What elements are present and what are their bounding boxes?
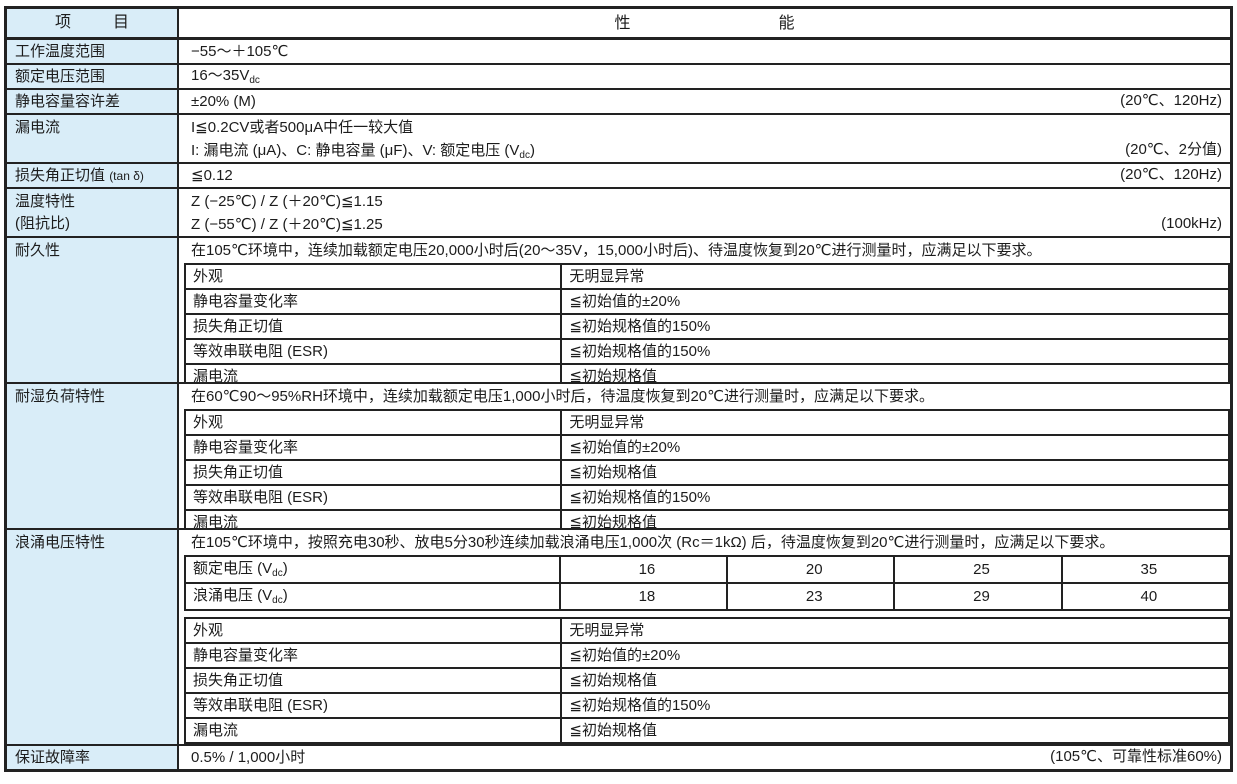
surge-voltage-table: 额定电压 (Vdc) 16 20 25 35 浪涌电压 (Vdc) 18 23 … xyxy=(184,555,1230,611)
table-row: 漏电流≦初始规格值 xyxy=(185,718,1229,743)
table-row: 漏电流≦初始规格值 xyxy=(185,510,1229,530)
row-leakage-current-label: 漏电流 xyxy=(7,115,179,164)
vdc-subscript: dc xyxy=(272,568,283,579)
row-tan-delta-label: 损失角正切值 (tan δ) xyxy=(7,164,179,189)
table-row: 外观无明显异常 xyxy=(185,410,1229,435)
spec-table: 项目 性能 工作温度范围 −55～＋105℃ 额定电压范围 16～35Vdc 静… xyxy=(4,6,1233,772)
table-row: 等效串联电阻 (ESR)≦初始规格值的150% xyxy=(185,339,1229,364)
surge-criteria-table: 外观无明显异常 静电容量变化率≦初始值的±20% 损失角正切值≦初始规格值 等效… xyxy=(184,617,1230,744)
endurance-criteria-table: 外观无明显异常 静电容量变化率≦初始值的±20% 损失角正切值≦初始规格值的15… xyxy=(184,263,1230,384)
table-row: 等效串联电阻 (ESR)≦初始规格值的150% xyxy=(185,485,1229,510)
spacer xyxy=(179,611,1230,616)
table-row: 等效串联电阻 (ESR)≦初始规格值的150% xyxy=(185,693,1229,718)
row-failure-rate-value: 0.5% / 1,000小时 (105℃、可靠性标准60%) xyxy=(179,746,1230,769)
table-row: 损失角正切值≦初始规格值的150% xyxy=(185,314,1229,339)
table-row: 外观无明显异常 xyxy=(185,618,1229,643)
row-rated-voltage-value: 16～35Vdc xyxy=(179,65,1230,90)
header-item-label: 项目 xyxy=(13,12,171,34)
endurance-description: 在105℃环境中，连续加载额定电压20,000小时后(20～35V，15,000… xyxy=(179,239,1230,262)
row-temp-characteristics-label: 温度特性 (阻抗比) xyxy=(7,189,179,238)
row-leakage-current-value: I≦0.2CV或者500μA中任一较大值 I: 漏电流 (μA)、C: 静电容量… xyxy=(179,115,1230,164)
header-item-cell: 项目 xyxy=(7,9,179,40)
row-endurance-label: 耐久性 xyxy=(7,238,179,384)
condition-note: (20℃、2分值) xyxy=(1125,139,1222,161)
row-humidity-load-value: 在60℃90～95%RH环境中，连续加载额定电压1,000小时后，待温度恢复到2… xyxy=(179,384,1230,530)
row-humidity-load-label: 耐湿负荷特性 xyxy=(7,384,179,530)
table-row: 额定电压 (Vdc) 16 20 25 35 xyxy=(185,556,1229,583)
table-row: 静电容量变化率≦初始值的±20% xyxy=(185,643,1229,668)
table-row: 外观无明显异常 xyxy=(185,264,1229,289)
row-surge-voltage-value: 在105℃环境中，按照充电30秒、放电5分30秒连续加载浪涌电压1,000次 (… xyxy=(179,530,1230,746)
header-performance-cell: 性能 xyxy=(179,9,1230,40)
header-performance-label: 性能 xyxy=(466,12,942,35)
table-row: 漏电流≦初始规格值 xyxy=(185,364,1229,384)
table-row: 静电容量变化率≦初始值的±20% xyxy=(185,289,1229,314)
row-failure-rate-label: 保证故障率 xyxy=(7,746,179,769)
row-operating-temp-value: −55～＋105℃ xyxy=(179,40,1230,65)
row-rated-voltage-label: 额定电压范围 xyxy=(7,65,179,90)
humidity-criteria-table: 外观无明显异常 静电容量变化率≦初始值的±20% 损失角正切值≦初始规格值 等效… xyxy=(184,409,1230,530)
condition-note: (20℃、120Hz) xyxy=(1120,164,1222,186)
row-operating-temp-label: 工作温度范围 xyxy=(7,40,179,65)
row-tan-delta-value: ≦0.12 (20℃、120Hz) xyxy=(179,164,1230,189)
row-temp-characteristics-value: Z (−25℃) / Z (＋20℃)≦1.15 Z (−55℃) / Z (＋… xyxy=(179,189,1230,238)
surge-description: 在105℃环境中，按照充电30秒、放电5分30秒连续加载浪涌电压1,000次 (… xyxy=(179,531,1230,554)
condition-note: (105℃、可靠性标准60%) xyxy=(1050,746,1222,768)
row-capacitance-tolerance-label: 静电容量容许差 xyxy=(7,90,179,115)
vdc-subscript: dc xyxy=(272,595,283,606)
row-endurance-value: 在105℃环境中，连续加载额定电压20,000小时后(20～35V，15,000… xyxy=(179,238,1230,384)
table-row: 损失角正切值≦初始规格值 xyxy=(185,460,1229,485)
table-row: 静电容量变化率≦初始值的±20% xyxy=(185,435,1229,460)
vdc-subscript: dc xyxy=(519,150,530,161)
vdc-subscript: dc xyxy=(249,75,260,86)
row-capacitance-tolerance-value: ±20% (M) (20℃、120Hz) xyxy=(179,90,1230,115)
condition-note: (20℃、120Hz) xyxy=(1120,90,1222,112)
table-row: 损失角正切值≦初始规格值 xyxy=(185,668,1229,693)
condition-note: (100kHz) xyxy=(1161,213,1222,235)
humidity-description: 在60℃90～95%RH环境中，连续加载额定电压1,000小时后，待温度恢复到2… xyxy=(179,385,1230,408)
row-surge-voltage-label: 浪涌电压特性 xyxy=(7,530,179,746)
table-row: 浪涌电压 (Vdc) 18 23 29 40 xyxy=(185,583,1229,610)
